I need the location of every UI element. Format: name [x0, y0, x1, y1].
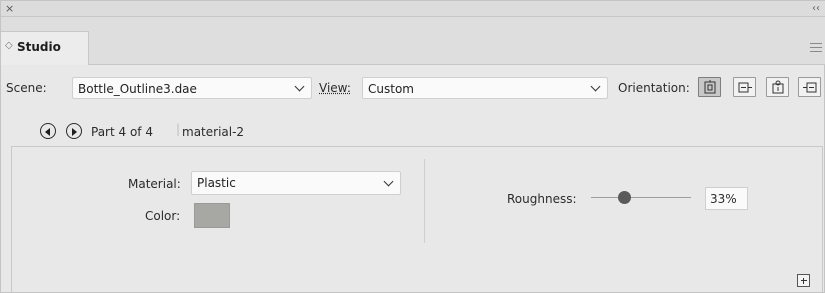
- roughness-value: 33%: [710, 192, 737, 206]
- roughness-slider-thumb[interactable]: [617, 191, 631, 204]
- close-icon[interactable]: ×: [5, 1, 14, 16]
- material-name: material-2: [182, 125, 245, 139]
- view-label[interactable]: View:: [319, 81, 351, 95]
- orient-rotate-button[interactable]: [798, 77, 821, 97]
- part-navigation: Part 4 of 4 | material-2: [26, 116, 269, 146]
- orient-side-icon: [738, 82, 752, 93]
- orientation-label: Orientation:: [618, 81, 690, 95]
- orient-front-icon: [704, 80, 716, 94]
- roughness-label: Roughness:: [507, 192, 577, 206]
- view-value: Custom: [368, 82, 414, 96]
- tab-bar: ◇ Studio: [1, 17, 825, 65]
- tab-studio[interactable]: ◇ Studio: [1, 31, 89, 65]
- orient-top-button[interactable]: [766, 77, 789, 97]
- orient-top-icon: [772, 80, 784, 94]
- collapse-icon[interactable]: ‹‹: [812, 1, 820, 16]
- orient-side-button[interactable]: [733, 77, 756, 97]
- color-label: Color:: [145, 209, 181, 223]
- part-separator: |: [176, 122, 181, 136]
- panel-menu-icon[interactable]: [810, 43, 822, 53]
- roughness-value-field[interactable]: 33%: [705, 187, 748, 210]
- part-counter: Part 4 of 4: [91, 125, 153, 139]
- color-swatch[interactable]: [194, 203, 230, 228]
- material-value: Plastic: [197, 176, 236, 190]
- material-label: Material:: [128, 177, 181, 191]
- panel-title-bar: × ‹‹: [1, 1, 825, 17]
- orient-front-button[interactable]: [698, 77, 721, 97]
- add-icon[interactable]: [797, 274, 810, 287]
- tab-toggle-icon: ◇: [5, 40, 13, 51]
- scene-label: Scene:: [6, 81, 47, 95]
- chevron-down-icon: [383, 176, 394, 187]
- tab-label: Studio: [17, 40, 61, 54]
- material-select[interactable]: Plastic: [191, 171, 401, 195]
- previous-part-button[interactable]: [40, 123, 56, 139]
- scene-select[interactable]: Bottle_Outline3.dae: [72, 77, 312, 99]
- orient-rotate-icon: [803, 82, 817, 93]
- chevron-down-icon: [294, 81, 305, 92]
- view-select[interactable]: Custom: [362, 77, 608, 99]
- scene-value: Bottle_Outline3.dae: [78, 82, 197, 96]
- chevron-down-icon: [590, 81, 601, 92]
- next-part-button[interactable]: [66, 123, 82, 139]
- roughness-slider[interactable]: [591, 191, 691, 204]
- studio-panel: × ‹‹ ◇ Studio Scene: Bottle_Outline3.dae…: [0, 0, 825, 293]
- column-divider: [424, 159, 425, 243]
- material-group-box: [11, 146, 823, 292]
